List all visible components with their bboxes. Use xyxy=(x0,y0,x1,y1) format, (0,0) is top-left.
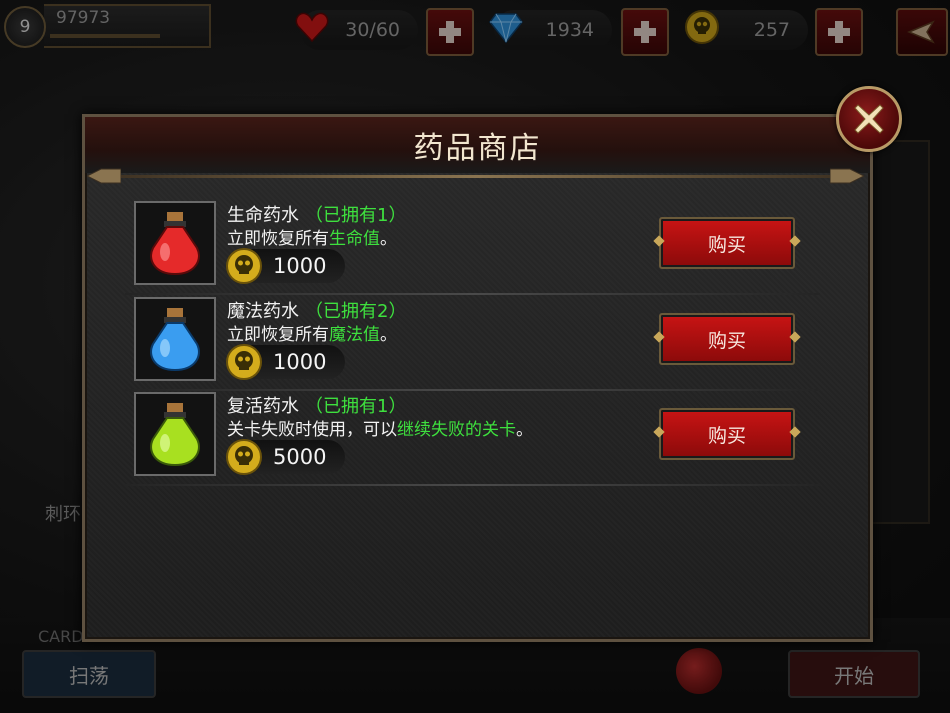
desc-text: 立即恢复所有 xyxy=(227,229,329,249)
desc-highlight: 生命值 xyxy=(329,229,380,249)
green-potion-icon xyxy=(150,403,200,467)
desc-highlight: 继续失败的关卡 xyxy=(397,420,516,440)
desc-suffix: 。 xyxy=(380,229,397,249)
item-description: 关卡失败时使用，可以继续失败的关卡。 xyxy=(227,415,533,440)
desc-text: 关卡失败时使用，可以 xyxy=(227,420,397,440)
divider-ornament-right xyxy=(830,168,864,184)
desc-highlight: 魔法值 xyxy=(329,325,380,345)
price-value: 5000 xyxy=(273,445,327,469)
potion-thumbnail xyxy=(134,201,216,285)
row-divider xyxy=(125,389,820,391)
owned-count: （已拥有2） xyxy=(305,301,407,322)
item-title: 魔法药水 xyxy=(227,301,299,322)
skull-coin-icon xyxy=(226,344,262,380)
title-divider xyxy=(95,175,860,178)
shop-item-mana-potion: 魔法药水 （已拥有2） 立即恢复所有魔法值。 1000 购买 xyxy=(125,297,820,391)
row-divider xyxy=(125,484,820,486)
price-tag: 1000 xyxy=(226,344,345,380)
dialog-title: 药品商店 xyxy=(413,131,542,166)
divider-ornament-left xyxy=(87,168,121,184)
shop-item-revive-potion: 复活药水 （已拥有1） 关卡失败时使用，可以继续失败的关卡。 5000 购买 xyxy=(125,392,820,486)
close-icon xyxy=(854,104,884,134)
item-description: 立即恢复所有魔法值。 xyxy=(227,320,397,345)
item-description: 立即恢复所有生命值。 xyxy=(227,224,397,249)
blue-potion-icon xyxy=(150,308,200,372)
item-title: 复活药水 xyxy=(227,396,299,417)
skull-coin-icon xyxy=(226,439,262,475)
price-value: 1000 xyxy=(273,350,327,374)
skull-coin-icon xyxy=(226,248,262,284)
buy-mana-potion-button[interactable]: 购买 xyxy=(659,313,795,365)
buy-revive-potion-button[interactable]: 购买 xyxy=(659,408,795,460)
potion-shop-dialog: 药品商店 生命药水 （已拥有1） 立即恢复所有生命值。 1000 购买 魔法药水… xyxy=(82,114,873,642)
row-divider xyxy=(125,293,820,295)
desc-text: 立即恢复所有 xyxy=(227,325,329,345)
price-tag: 5000 xyxy=(226,439,345,475)
owned-count: （已拥有1） xyxy=(305,205,407,226)
desc-suffix: 。 xyxy=(380,325,397,345)
potion-thumbnail xyxy=(134,297,216,381)
owned-count: （已拥有1） xyxy=(305,396,407,417)
shop-item-health-potion: 生命药水 （已拥有1） 立即恢复所有生命值。 1000 购买 xyxy=(125,201,820,295)
item-title: 生命药水 xyxy=(227,205,299,226)
close-dialog-button[interactable] xyxy=(836,86,902,152)
potion-thumbnail xyxy=(134,392,216,476)
desc-suffix: 。 xyxy=(516,420,533,440)
red-potion-icon xyxy=(150,212,200,276)
buy-health-potion-button[interactable]: 购买 xyxy=(659,217,795,269)
price-value: 1000 xyxy=(273,254,327,278)
price-tag: 1000 xyxy=(226,248,345,284)
